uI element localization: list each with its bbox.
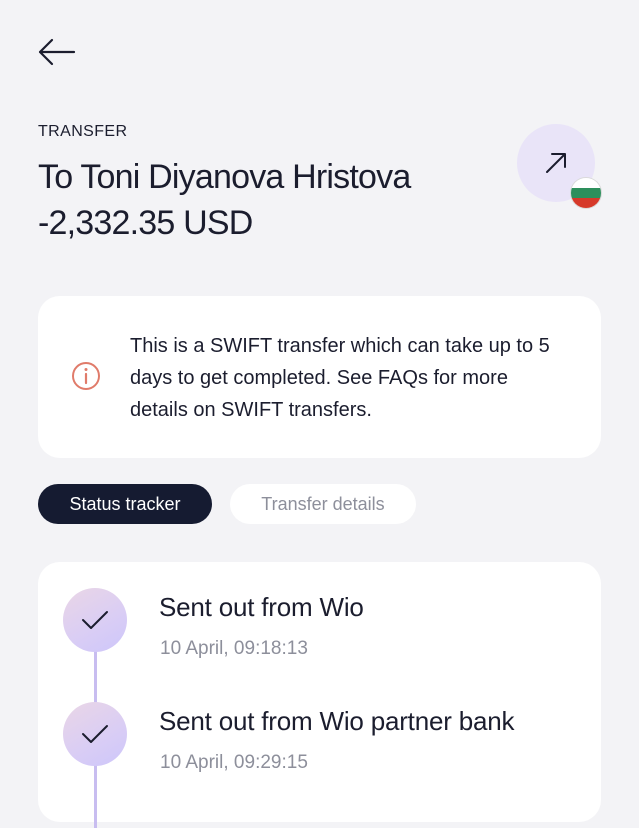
step-title: Sent out from Wio partner bank [159,706,515,736]
info-icon [72,362,100,390]
status-tracker-card: Sent out from Wio 10 April, 09:18:13 Sen… [38,562,601,828]
back-button[interactable] [36,34,78,70]
transfer-label: TRANSFER [38,123,128,140]
arrow-left-icon [38,38,76,66]
transfer-amount: -2,332.35 USD [38,204,253,242]
swift-notice-card: This is a SWIFT transfer which can take … [38,296,601,458]
tab-transfer-details[interactable]: Transfer details [230,484,416,524]
tab-status-tracker[interactable]: Status tracker [38,484,212,524]
bulgaria-flag-icon [571,178,601,208]
arrow-up-right-icon [546,153,566,173]
swift-notice-text: This is a SWIFT transfer which can take … [130,335,550,421]
check-icon [82,611,108,629]
step-check-icon [63,702,127,766]
check-icon [82,725,108,743]
step-title: Sent out from Wio [159,592,364,622]
step-time: 10 April, 09:29:15 [160,752,308,773]
step-time: 10 April, 09:18:13 [160,638,308,659]
step-check-icon [63,588,127,652]
recipient-title: To Toni Diyanova Hristova [38,158,411,196]
